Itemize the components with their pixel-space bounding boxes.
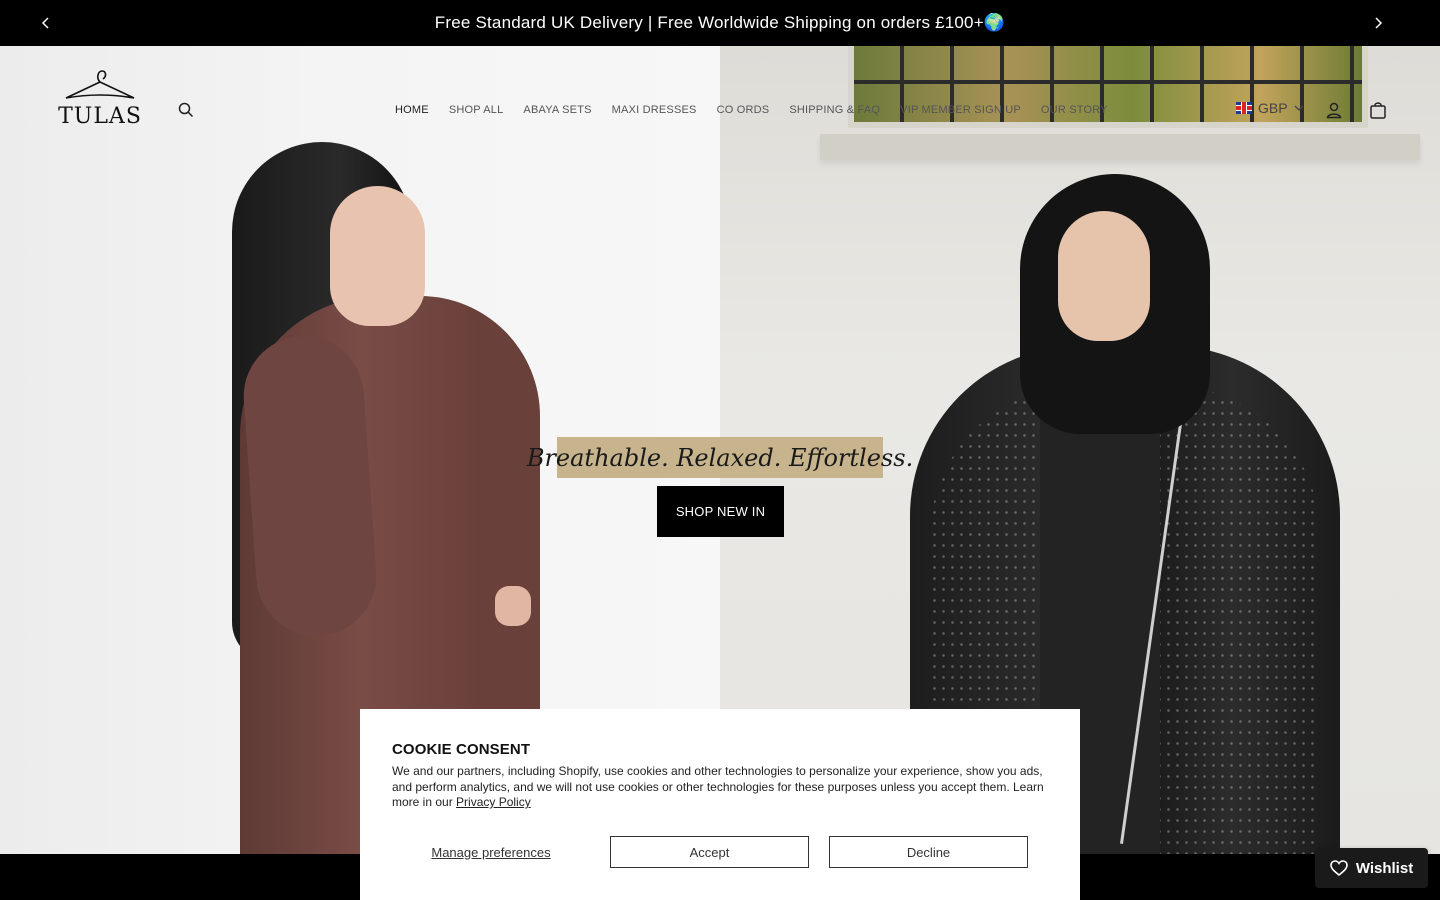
nav-co-ords[interactable]: CO ORDS: [717, 104, 770, 116]
bag-icon[interactable]: [1366, 98, 1390, 122]
search-icon[interactable]: [174, 98, 198, 122]
hanger-icon: [65, 70, 135, 99]
currency-label: GBP: [1258, 100, 1288, 116]
announcement-text: Free Standard UK Delivery | Free Worldwi…: [434, 13, 1006, 32]
nav-our-story[interactable]: OUR STORY: [1041, 104, 1108, 116]
main-nav: HOME SHOP ALL ABAYA SETS MAXI DRESSES CO…: [395, 100, 1108, 120]
chevron-down-icon: [1294, 105, 1304, 111]
model-face: [330, 186, 425, 326]
manage-preferences-link[interactable]: Manage preferences: [392, 836, 590, 868]
cookie-title: COOKIE CONSENT: [392, 741, 531, 758]
logo-text: TULAS: [58, 104, 142, 129]
decline-button[interactable]: Decline: [829, 836, 1028, 868]
privacy-policy-link[interactable]: Privacy Policy: [456, 795, 531, 809]
model-face-right: [1058, 211, 1150, 341]
uk-flag-icon: [1236, 102, 1252, 114]
cookie-actions: Manage preferences Accept Decline: [392, 836, 1048, 868]
nav-abaya-sets[interactable]: ABAYA SETS: [523, 104, 591, 116]
cookie-body: We and our partners, including Shopify, …: [392, 764, 1052, 811]
account-icon[interactable]: [1322, 98, 1346, 122]
nav-vip-sign-up[interactable]: VIP MEMBER SIGN UP: [900, 104, 1021, 116]
model-sleeve: [239, 332, 381, 640]
shop-new-in-button[interactable]: SHOP NEW IN: [657, 486, 784, 537]
heart-icon: [1330, 860, 1348, 876]
chevron-left-icon[interactable]: [36, 13, 56, 33]
announcement-bar: Free Standard UK Delivery | Free Worldwi…: [0, 0, 1440, 46]
hero-tagline: Breathable. Relaxed. Effortless.: [527, 437, 913, 478]
tulas-logo[interactable]: TULAS: [58, 68, 142, 130]
currency-selector[interactable]: GBP: [1236, 100, 1304, 116]
window-ledge: [820, 134, 1420, 160]
hero-tagline-text: Breathable. Relaxed. Effortless.: [526, 443, 914, 472]
nav-shop-all[interactable]: SHOP ALL: [449, 104, 504, 116]
chevron-right-icon[interactable]: [1368, 13, 1388, 33]
wishlist-button[interactable]: Wishlist: [1315, 848, 1428, 888]
cookie-consent-dialog: COOKIE CONSENT We and our partners, incl…: [360, 709, 1080, 900]
nav-home[interactable]: HOME: [395, 104, 429, 116]
model-hand: [495, 586, 531, 626]
nav-maxi-dresses[interactable]: MAXI DRESSES: [612, 104, 697, 116]
wishlist-label: Wishlist: [1355, 859, 1414, 877]
nav-shipping-faq[interactable]: SHIPPING & FAQ: [789, 104, 880, 116]
accept-button[interactable]: Accept: [610, 836, 809, 868]
